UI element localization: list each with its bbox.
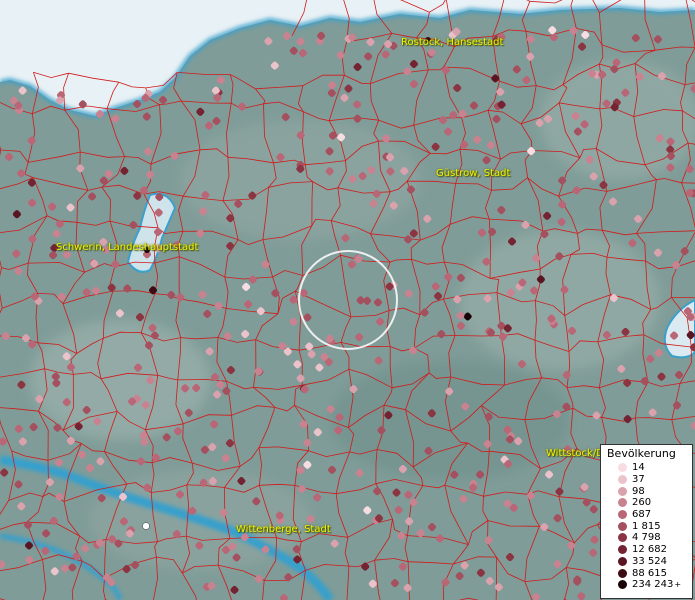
label-schwerin[interactable]: Schwerin, Landeshauptstadt — [56, 242, 198, 253]
legend-label: 687 — [632, 509, 652, 521]
legend-swatch — [618, 568, 627, 578]
label-wittstock[interactable]: Wittstock/D — [546, 448, 604, 459]
legend-label: 14 — [632, 462, 645, 474]
legend-row: 88 615 — [605, 567, 688, 579]
legend-label: 33 524 — [632, 555, 667, 567]
legend-swatch — [618, 580, 627, 590]
legend-swatch — [618, 533, 627, 543]
legend-row: 260 — [605, 497, 688, 509]
legend-label: 1 815 — [632, 520, 661, 532]
legend-row: 687 — [605, 509, 688, 521]
legend-label: 4 798 — [632, 532, 661, 544]
legend-row: 4 798 — [605, 532, 688, 544]
legend-label: 260 — [632, 497, 652, 509]
legend-row: 33 524 — [605, 556, 688, 568]
legend-swatch — [618, 498, 627, 508]
focus-circle — [298, 250, 398, 350]
map-canvas[interactable]: Rostock, Hansestadt Güstrow, Stadt Schwe… — [0, 0, 695, 600]
marker-white — [142, 522, 150, 530]
legend-swatch — [618, 510, 627, 520]
legend-label: 98 — [632, 485, 645, 497]
legend-panel: Bevölkerung 14 37 98 260 687 1 815 4 798 12 682… — [600, 444, 693, 599]
label-rostock[interactable]: Rostock, Hansestadt — [401, 37, 503, 48]
legend-swatch — [618, 463, 627, 473]
legend-row: 12 682 — [605, 544, 688, 556]
legend-label: 12 682 — [632, 544, 667, 556]
legend-title: Bevölkerung — [607, 447, 676, 460]
legend-swatch — [618, 556, 627, 566]
legend-swatch — [618, 545, 627, 555]
legend-row: 1 815 — [605, 520, 688, 532]
legend-label: 88 615 — [632, 567, 667, 579]
legend-label: 37 — [632, 474, 645, 486]
legend-swatch — [618, 475, 627, 485]
border-segment — [455, 335, 502, 337]
label-guestrow[interactable]: Güstrow, Stadt — [436, 168, 510, 179]
legend-swatch — [618, 486, 627, 496]
label-wittenberge[interactable]: Wittenberge, Stadt — [236, 524, 331, 535]
legend-row: 14 — [605, 462, 688, 474]
legend-row: 37 — [605, 474, 688, 486]
legend-row: 234 243 + — [605, 579, 688, 591]
legend-plus: + — [674, 580, 682, 590]
legend-label: 234 243 — [632, 579, 674, 591]
legend-swatch — [618, 521, 627, 531]
legend-row: 98 — [605, 485, 688, 497]
